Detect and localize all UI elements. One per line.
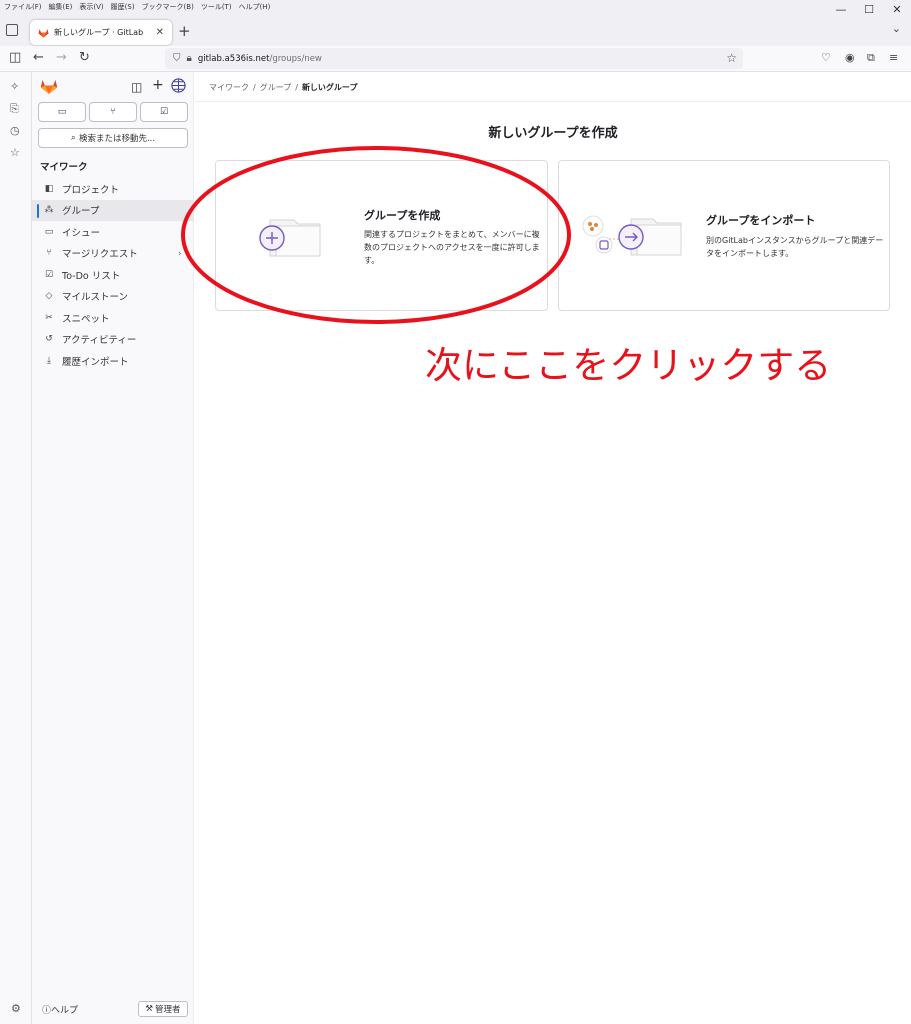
import-group-description: 別のGitLabインスタンスからグループと関連データをインポートします。 xyxy=(706,236,884,258)
sidebar-item-label: マージリクエスト xyxy=(62,249,138,261)
extensions-icon[interactable]: ⧉ xyxy=(867,51,875,65)
help-link[interactable]: ⓘヘルプ xyxy=(42,1003,78,1016)
merge-requests-shortcut-button[interactable]: ⑂ xyxy=(89,102,137,122)
gitlab-favicon-icon xyxy=(38,28,49,37)
menu-help[interactable]: ヘルプ(H) xyxy=(239,2,271,12)
address-bar[interactable]: ⛉ 🔒︎ gitlab.a536is.net/groups/new ☆ xyxy=(165,48,743,69)
sidebar-item-groups[interactable]: ⁂ グループ xyxy=(32,199,194,221)
issue-icon: ▭ xyxy=(44,226,54,237)
sidebar-nav: ◧ プロジェクト ⁂ グループ ▭ イシュー ⑂ マージリクエスト ☑ To-D… xyxy=(32,178,194,372)
menu-bookmarks[interactable]: ブックマーク(B) xyxy=(142,2,194,12)
sidebar-item-label: スニペット xyxy=(62,313,110,325)
browser-tab[interactable]: 新しいグループ · GitLab ✕ xyxy=(30,20,172,45)
admin-button[interactable]: ⚒ 管理者 xyxy=(138,1001,188,1017)
snippet-icon: ✂ xyxy=(45,312,53,323)
ai-chat-icon[interactable]: ✧ xyxy=(10,80,19,93)
menu-view[interactable]: 表示(V) xyxy=(79,2,103,12)
sidebar-item-snippets[interactable]: ✂ スニペット xyxy=(32,307,194,329)
milestone-icon: ◇ xyxy=(45,291,53,302)
annotation-text: 次にここをクリックする xyxy=(425,344,832,387)
sidebar-item-label: イシュー xyxy=(62,227,101,239)
page-title: 新しいグループを作成 xyxy=(488,126,618,141)
group-icon: ⁂ xyxy=(44,205,54,216)
navigation-bar: ◫ ← → ↻ ⛉ 🔒︎ gitlab.a536is.net/groups/ne… xyxy=(0,46,911,72)
menu-edit[interactable]: 編集(E) xyxy=(49,2,73,12)
sidebar-item-import-history[interactable]: ⤓ 履歴インポート xyxy=(32,350,194,372)
section-title: マイワーク xyxy=(40,162,88,173)
search-icon: ⌕ xyxy=(70,133,76,143)
url-text: gitlab.a536is.net/groups/new xyxy=(197,53,322,64)
history-icon[interactable]: ◷ xyxy=(10,124,20,137)
sidebar-item-label: To-Do リスト xyxy=(62,270,121,282)
create-new-icon[interactable]: + xyxy=(152,77,164,93)
issues-shortcut-button[interactable]: ▭ xyxy=(38,102,86,122)
account-icon[interactable]: ◉ xyxy=(845,51,855,64)
reload-icon[interactable]: ↻ xyxy=(79,50,90,66)
todo-icon: ☑ xyxy=(44,269,54,280)
breadcrumb-my-work[interactable]: マイワーク xyxy=(209,83,249,92)
new-tab-icon[interactable]: + xyxy=(178,24,191,39)
list-all-tabs-icon[interactable]: ⌄ xyxy=(892,22,901,35)
search-button[interactable]: ⌕ 検索または移動先... xyxy=(38,128,188,148)
gitlab-sidebar: ◫ + ▭ ⑂ ☑ ⌕ 検索または移動先... マイワーク ◧ プロジェクト ⁂… xyxy=(32,72,194,1024)
sidebar-item-label: アクティビティー xyxy=(62,335,137,347)
help-icon: ⓘ xyxy=(42,1006,52,1016)
tab-list-icon[interactable] xyxy=(6,24,18,36)
sidebar-item-label: プロジェクト xyxy=(62,184,120,196)
sidebar-item-projects[interactable]: ◧ プロジェクト xyxy=(32,178,194,200)
bookmark-star-icon[interactable]: ☆ xyxy=(726,51,737,65)
import-group-illustration-icon xyxy=(582,215,682,256)
breadcrumb-current: 新しいグループ xyxy=(301,83,358,92)
import-icon: ⤓ xyxy=(47,355,51,366)
back-icon[interactable]: ← xyxy=(33,50,44,66)
import-group-title: グループをインポート xyxy=(706,214,816,227)
search-label: 検索または移動先... xyxy=(78,134,156,144)
sidebar-item-label: マイルストーン xyxy=(62,292,129,304)
gitlab-logo-icon[interactable] xyxy=(40,78,58,95)
sidebar-item-activity[interactable]: ↺ アクティビティー xyxy=(32,329,194,351)
menu-file[interactable]: ファイル(F) xyxy=(4,2,42,12)
breadcrumb-groups[interactable]: グループ xyxy=(260,83,292,92)
tab-title: 新しいグループ · GitLab xyxy=(54,28,144,37)
tab-close-icon[interactable]: ✕ xyxy=(156,27,164,38)
breadcrumb: マイワーク / グループ / 新しいグループ xyxy=(209,83,358,92)
annotation-ellipse xyxy=(181,146,571,324)
collapse-sidebar-icon[interactable]: ◫ xyxy=(131,80,142,94)
sidebar-item-label: グループ xyxy=(62,206,100,218)
sidebar-toggle-icon[interactable]: ◫ xyxy=(9,50,21,66)
bookmarks-icon[interactable]: ☆ xyxy=(10,146,20,159)
sidebar-item-issues[interactable]: ▭ イシュー xyxy=(32,221,194,243)
lock-icon[interactable]: 🔒︎ xyxy=(187,53,192,64)
sidebar-item-merge-requests[interactable]: ⑂ マージリクエスト xyxy=(32,243,194,265)
forward-icon[interactable]: → xyxy=(56,50,67,66)
pocket-icon[interactable]: ♡ xyxy=(821,51,831,64)
firefox-sidebar: ✧ ⎘ ◷ ☆ xyxy=(0,72,32,1024)
todos-shortcut-button[interactable]: ☑ xyxy=(140,102,188,122)
tab-bar: 新しいグループ · GitLab ✕ + ⌄ xyxy=(0,14,911,46)
browser-menubar: ファイル(F) 編集(E) 表示(V) 履歴(S) ブックマーク(B) ツール(… xyxy=(0,0,911,14)
sidebar-item-milestones[interactable]: ◇ マイルストーン xyxy=(32,286,194,308)
user-avatar[interactable] xyxy=(171,78,186,93)
merge-request-icon: ⑂ xyxy=(46,248,52,259)
sidebar-item-todos[interactable]: ☑ To-Do リスト xyxy=(32,264,194,286)
sidebar-footer: ⓘヘルプ ⚒ 管理者 xyxy=(32,999,194,1019)
menu-tools[interactable]: ツール(T) xyxy=(201,2,232,12)
synced-tabs-icon[interactable]: ⎘ xyxy=(10,102,19,116)
sidebar-item-label: 履歴インポート xyxy=(62,356,129,368)
menu-history[interactable]: 履歴(S) xyxy=(111,2,135,12)
admin-icon: ⚒ xyxy=(145,1004,154,1014)
activity-icon: ↺ xyxy=(45,334,53,345)
divider xyxy=(195,101,911,102)
customize-sidebar-icon[interactable]: ⚙ xyxy=(11,1002,21,1015)
app-menu-icon[interactable]: ≡ xyxy=(889,51,898,64)
import-group-card[interactable]: グループをインポート 別のGitLabインスタンスからグループと関連データをイン… xyxy=(558,160,890,311)
project-icon: ◧ xyxy=(44,183,54,194)
shield-icon[interactable]: ⛉ xyxy=(173,53,181,64)
